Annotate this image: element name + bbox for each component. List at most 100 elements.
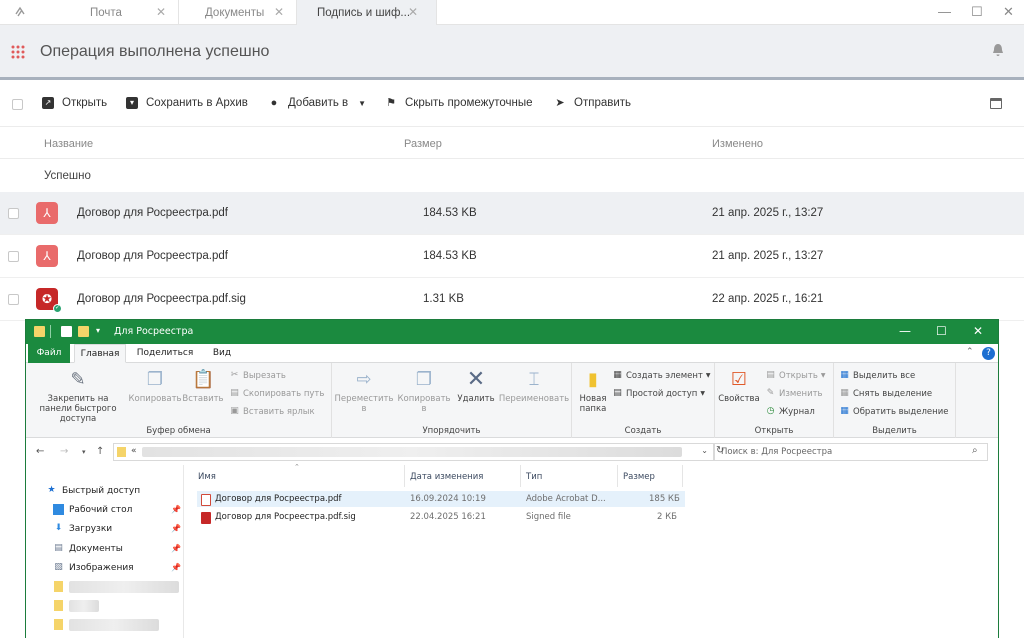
tab-signature[interactable]: Подпись и шиф... ✕ (297, 0, 437, 25)
maximize-icon[interactable]: ☐ (971, 4, 983, 20)
select-all-button[interactable]: ▦ Выделить все (839, 370, 915, 381)
row-checkbox[interactable] (8, 208, 19, 219)
new-folder-icon[interactable] (78, 326, 89, 337)
help-icon[interactable]: ? (982, 347, 995, 360)
page-title: Операция выполнена успешно (40, 43, 270, 60)
desktop-icon (53, 504, 64, 515)
explorer-file-type: Adobe Acrobat D... (526, 494, 606, 504)
paste-shortcut-button[interactable]: ▣ Вставить ярлык (229, 406, 314, 417)
column-modified[interactable]: Изменено (712, 138, 763, 150)
nav-documents[interactable]: ▤ Документы 📌 (53, 543, 181, 554)
select-all-checkbox[interactable] (12, 99, 23, 110)
explorer-file-row[interactable]: Договор для Росреестра.pdf.sig 22.04.202… (197, 509, 685, 525)
column-size[interactable]: Размер (404, 138, 442, 150)
open-button[interactable]: ↗ Открыть (42, 97, 107, 109)
invert-selection-button[interactable]: ▦ Обратить выделение (839, 406, 948, 417)
row-checkbox[interactable] (8, 251, 19, 262)
close-icon[interactable]: ✕ (408, 5, 418, 19)
copy-button[interactable]: ❐ Копировать (128, 369, 182, 404)
file-row[interactable]: ✪ ✓ Договор для Росреестра.pdf.sig 1.31 K… (0, 278, 1024, 321)
properties-icon[interactable] (61, 326, 72, 337)
pin-quick-access-button[interactable]: ✎ Закрепить на панели быстрого доступа (30, 369, 126, 424)
invert-selection-label: Обратить выделение (853, 406, 949, 417)
maximize-icon[interactable]: ☐ (936, 324, 947, 338)
column-divider[interactable] (404, 465, 405, 487)
address-prefix: « (131, 446, 137, 456)
close-icon[interactable]: ✕ (973, 324, 983, 338)
nav-pictures-label: Изображения (69, 562, 134, 573)
row-checkbox[interactable] (8, 294, 19, 305)
nav-quick-access[interactable]: ★ Быстрый доступ (46, 485, 140, 496)
bell-icon[interactable] (992, 43, 1004, 57)
column-name[interactable]: Имя (198, 472, 216, 482)
ribbon-tab-home[interactable]: Главная (74, 344, 126, 363)
back-arrow-icon[interactable]: ← (36, 446, 44, 457)
history-button[interactable]: ◷ Журнал (765, 406, 815, 417)
apps-grid-icon[interactable] (11, 45, 25, 59)
column-divider[interactable] (520, 465, 521, 487)
page-header: Операция выполнена успешно (0, 25, 1024, 80)
nav-pictures[interactable]: ▧ Изображения 📌 (53, 562, 181, 573)
add-to-button[interactable]: ● Добавить в ▼ (268, 97, 366, 109)
column-size[interactable]: Размер (623, 472, 655, 482)
column-name[interactable]: Название (44, 138, 93, 150)
ribbon-tab-view[interactable]: Вид (204, 344, 240, 363)
file-row[interactable]: ⅄ Договор для Росреестра.pdf 184.53 KB 2… (0, 235, 1024, 278)
copy-path-label: Скопировать путь (243, 388, 325, 399)
hide-intermediate-button[interactable]: ⚑ Скрыть промежуточные (385, 97, 532, 109)
column-date[interactable]: Дата изменения (410, 472, 483, 482)
paste-button[interactable]: 📋 Вставить (182, 369, 224, 404)
save-archive-button[interactable]: ▾ Сохранить в Архив (126, 97, 248, 109)
ribbon-tab-share[interactable]: Поделиться (132, 344, 198, 363)
forward-arrow-icon[interactable]: → (60, 446, 68, 457)
properties-button[interactable]: ☑ Свойства (717, 369, 761, 404)
tab-mail[interactable]: Почта ✕ (62, 0, 179, 25)
edit-icon: ✎ (766, 388, 775, 398)
close-icon[interactable]: ✕ (274, 5, 284, 19)
edit-button[interactable]: ✎ Изменить (765, 388, 823, 399)
properties-check-icon: ☑ (730, 369, 748, 390)
collapse-ribbon-icon[interactable]: ⌃ (966, 347, 974, 357)
nav-downloads[interactable]: ⬇ Загрузки 📌 (53, 523, 181, 534)
address-bar[interactable]: « ⌄ (113, 443, 714, 461)
open-caption: Открыть (754, 426, 794, 436)
tab-documents[interactable]: Документы ✕ (179, 0, 297, 25)
recent-chevron-icon[interactable]: ▾ (82, 448, 86, 456)
layout-toggle-icon[interactable] (990, 98, 1002, 109)
chevron-down-icon[interactable]: ⌄ (701, 446, 708, 455)
cut-button[interactable]: ✂ Вырезать (229, 370, 286, 381)
close-icon[interactable]: ✕ (156, 5, 166, 19)
column-divider[interactable] (682, 465, 683, 487)
minimize-icon[interactable]: — (938, 4, 951, 19)
easy-access-button[interactable]: ▤ Простой доступ ▼ (612, 388, 705, 399)
divider (50, 325, 51, 338)
column-type[interactable]: Тип (526, 472, 542, 482)
up-arrow-icon[interactable]: ↑ (96, 446, 104, 457)
open-button[interactable]: ▤ Открыть ▼ (765, 370, 825, 381)
blurred-folder-name[interactable] (69, 619, 159, 631)
chevron-down-icon[interactable]: ▾ (96, 326, 100, 335)
blurred-folder-name[interactable] (69, 600, 99, 612)
folder-icon: ▮ (588, 369, 598, 390)
copy-path-button[interactable]: ▤ Скопировать путь (229, 388, 324, 399)
file-row[interactable]: ⅄ Договор для Росреестра.pdf 184.53 KB 2… (0, 192, 1024, 235)
nav-desktop[interactable]: Рабочий стол 📌 (53, 504, 181, 515)
close-window-icon[interactable]: ✕ (1003, 4, 1014, 20)
new-folder-button[interactable]: ▮ Новая папка (574, 369, 612, 414)
select-none-button[interactable]: ▦ Снять выделение (839, 388, 932, 399)
copy-to-button[interactable]: ❐ Копировать в (394, 369, 454, 414)
add-to-label: Добавить в (288, 97, 349, 109)
blurred-folder-name[interactable] (69, 581, 179, 593)
minimize-icon[interactable]: — (899, 324, 911, 338)
rename-button[interactable]: ⌶ Переименовать (498, 369, 570, 404)
invert-selection-icon: ▦ (840, 406, 849, 416)
ribbon-tab-file[interactable]: Файл (28, 344, 70, 363)
search-input[interactable]: Поиск в: Для Росреестра (714, 443, 988, 461)
search-icon[interactable]: ⌕ (972, 445, 978, 456)
send-button[interactable]: ➤ Отправить (554, 97, 631, 109)
move-to-button[interactable]: ⇨ Переместить в (334, 369, 394, 414)
delete-button[interactable]: ✕ Удалить (456, 369, 496, 405)
column-divider[interactable] (617, 465, 618, 487)
new-item-button[interactable]: ▦ Создать элемент ▼ (612, 370, 710, 381)
explorer-file-row[interactable]: Договор для Росреестра.pdf 16.09.2024 10… (197, 491, 685, 507)
